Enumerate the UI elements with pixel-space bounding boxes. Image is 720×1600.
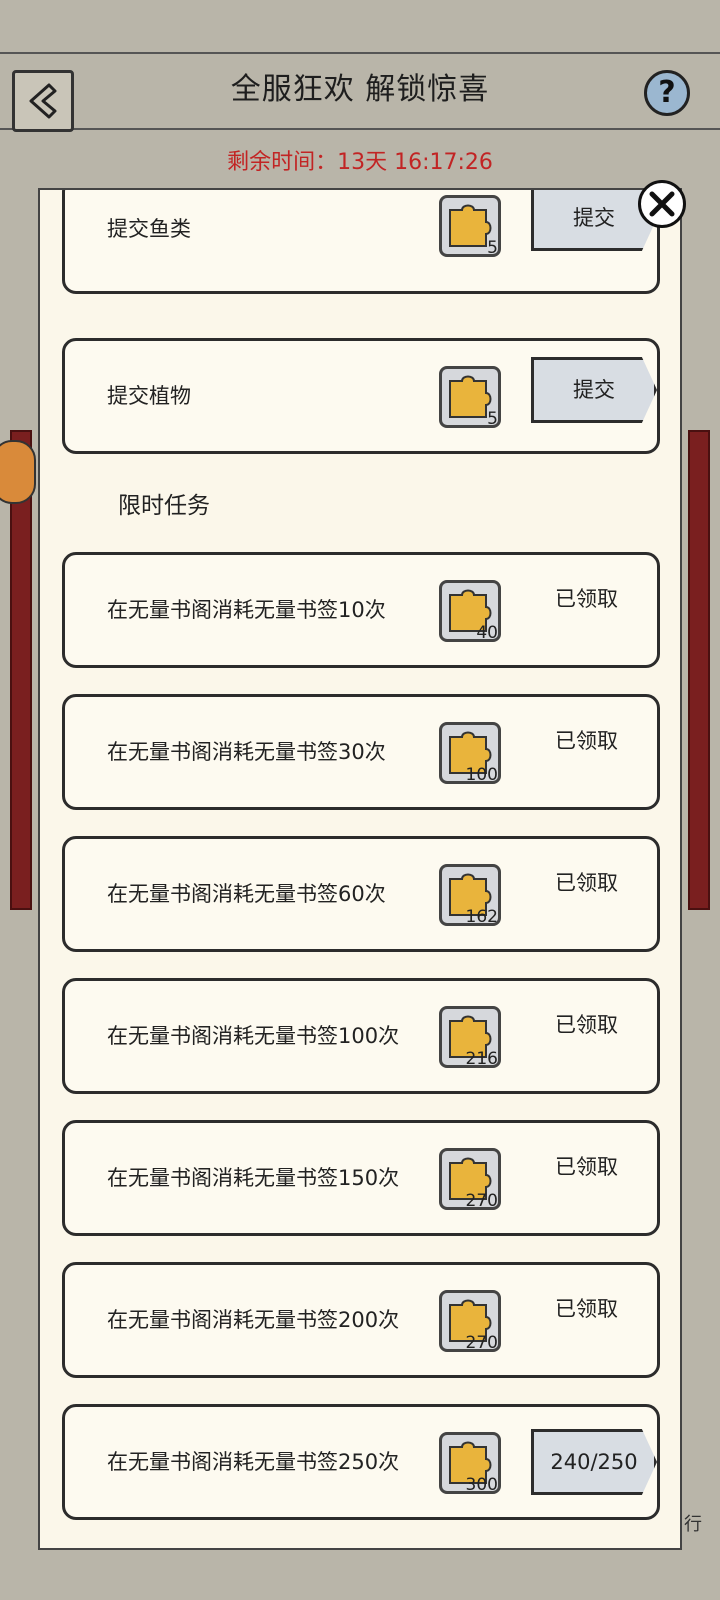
reward-count: 5 bbox=[487, 409, 498, 429]
countdown-timer: 剩余时间：13天 16:17:26 bbox=[227, 150, 493, 175]
top-frame-line bbox=[0, 52, 720, 54]
background-edge-text: 行 bbox=[684, 1514, 702, 1535]
reward-count: 270 bbox=[465, 1191, 498, 1211]
reward-count: 216 bbox=[465, 1049, 498, 1069]
claimed-status: 已领取 bbox=[555, 729, 618, 753]
reward-item[interactable]: 40 bbox=[439, 580, 501, 643]
task-label: 在无量书阁消耗无量书签200次 bbox=[107, 1308, 400, 1332]
side-character-avatar[interactable] bbox=[0, 440, 36, 504]
task-label: 在无量书阁消耗无量书签10次 bbox=[107, 598, 386, 622]
reward-item[interactable]: 5 bbox=[439, 366, 501, 429]
reward-item[interactable]: 162 bbox=[439, 864, 501, 927]
reward-item[interactable]: 100 bbox=[439, 722, 501, 785]
submit-button[interactable]: 提交 bbox=[531, 357, 657, 423]
task-card: 在无量书阁消耗无量书签10次 40 已领取 bbox=[62, 552, 660, 668]
help-button[interactable]: ? bbox=[644, 70, 690, 116]
task-label: 在无量书阁消耗无量书签250次 bbox=[107, 1450, 400, 1474]
claimed-status: 已领取 bbox=[555, 587, 618, 611]
reward-count: 40 bbox=[476, 623, 498, 643]
claimed-status: 已领取 bbox=[555, 1013, 618, 1037]
close-button[interactable] bbox=[638, 180, 686, 228]
section-title-limited-tasks: 限时任务 bbox=[118, 493, 210, 519]
task-label: 在无量书阁消耗无量书签30次 bbox=[107, 740, 386, 764]
reward-item[interactable]: 5 bbox=[439, 195, 501, 258]
task-card-submit-fish: 提交鱼类 5 提交 bbox=[62, 190, 660, 294]
reward-count: 162 bbox=[465, 907, 498, 927]
claimed-status: 已领取 bbox=[555, 1297, 618, 1321]
reward-count: 300 bbox=[465, 1475, 498, 1495]
task-card: 在无量书阁消耗无量书签30次 100 已领取 bbox=[62, 694, 660, 810]
task-card: 在无量书阁消耗无量书签250次 300 240/250 bbox=[62, 1404, 660, 1520]
task-card: 在无量书阁消耗无量书签200次 270 已领取 bbox=[62, 1262, 660, 1378]
reward-item[interactable]: 216 bbox=[439, 1006, 501, 1069]
progress-button[interactable]: 240/250 bbox=[531, 1429, 657, 1495]
header-divider bbox=[0, 128, 720, 130]
task-label: 在无量书阁消耗无量书签150次 bbox=[107, 1166, 400, 1190]
task-label: 在无量书阁消耗无量书签100次 bbox=[107, 1024, 400, 1048]
task-label: 提交植物 bbox=[107, 384, 191, 408]
close-icon bbox=[649, 191, 675, 217]
reward-item[interactable]: 270 bbox=[439, 1290, 501, 1353]
reward-count: 100 bbox=[465, 765, 498, 785]
task-label: 提交鱼类 bbox=[107, 217, 191, 241]
task-card-submit-plants: 提交植物 5 提交 bbox=[62, 338, 660, 454]
reward-count: 270 bbox=[465, 1333, 498, 1353]
task-card: 在无量书阁消耗无量书签60次 162 已领取 bbox=[62, 836, 660, 952]
reward-count: 5 bbox=[487, 238, 498, 258]
reward-item[interactable]: 270 bbox=[439, 1148, 501, 1211]
right-red-pillar bbox=[688, 430, 710, 910]
claimed-status: 已领取 bbox=[555, 1155, 618, 1179]
claimed-status: 已领取 bbox=[555, 871, 618, 895]
task-panel[interactable]: 提交鱼类 5 提交 提交植物 5 提交 限时任务 在无量书阁消耗无量书签10次 … bbox=[38, 188, 682, 1550]
page-title: 全服狂欢 解锁惊喜 bbox=[230, 72, 490, 107]
task-label: 在无量书阁消耗无量书签60次 bbox=[107, 882, 386, 906]
task-card: 在无量书阁消耗无量书签100次 216 已领取 bbox=[62, 978, 660, 1094]
help-icon: ? bbox=[658, 75, 676, 110]
reward-item[interactable]: 300 bbox=[439, 1432, 501, 1495]
task-card: 在无量书阁消耗无量书签150次 270 已领取 bbox=[62, 1120, 660, 1236]
